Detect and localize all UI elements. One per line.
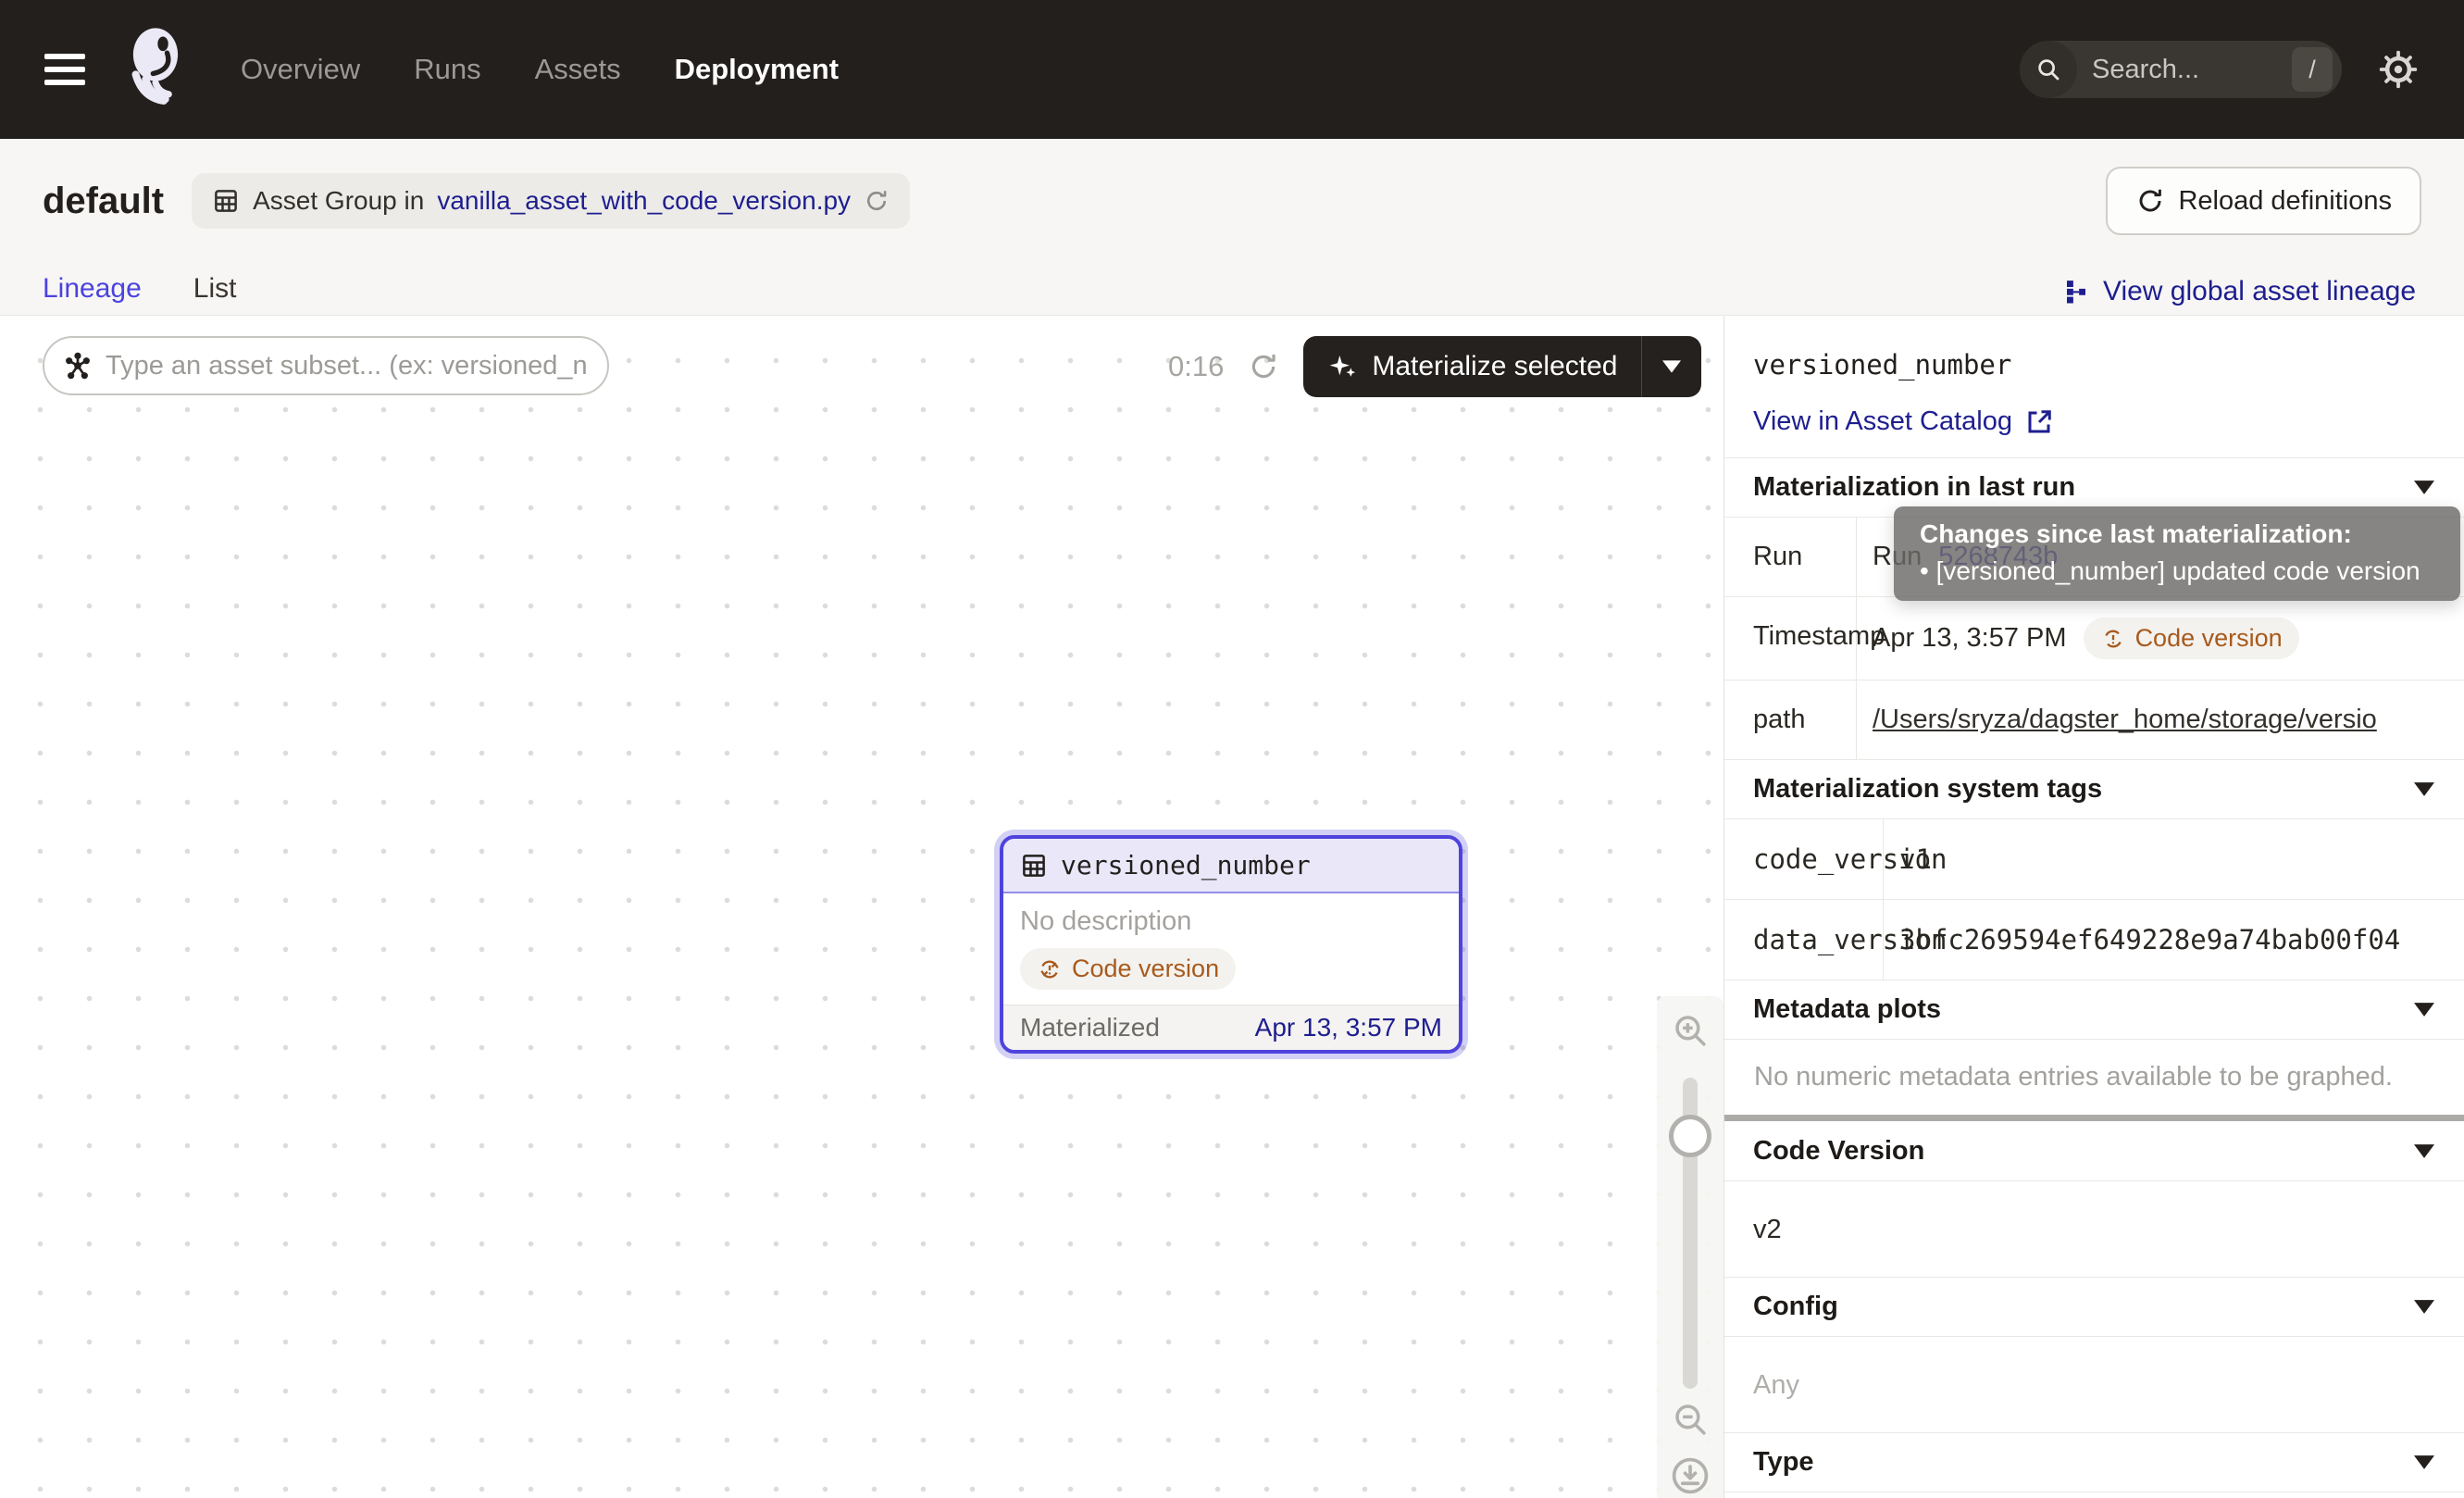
code-version-changed-icon — [1037, 956, 1063, 982]
reload-definitions-label: Reload definitions — [2178, 186, 2392, 217]
menu-icon[interactable] — [44, 54, 85, 85]
path-row: path /Users/sryza/dagster_home/storage/v… — [1724, 680, 2464, 759]
asset-node-title: versioned_number — [1061, 850, 1311, 880]
code-version-changed-label: Code version — [1072, 955, 1219, 983]
section-type[interactable]: Type — [1724, 1432, 2464, 1492]
lineage-canvas[interactable]: 0:16 Materialize selected — [0, 316, 1724, 1498]
view-global-asset-lineage-link[interactable]: View global asset lineage — [2062, 276, 2416, 307]
refresh-timer: 0:16 — [1168, 350, 1224, 383]
table-icon — [1020, 852, 1048, 880]
asset-subset-filter[interactable] — [43, 336, 609, 395]
code-version-tag-row: code_version v1 — [1724, 818, 2464, 899]
timestamp-value: Apr 13, 3:57 PM — [1873, 623, 2067, 654]
zoom-in-icon[interactable] — [1671, 1011, 1710, 1050]
data-version-tag-key: data_version — [1724, 900, 1884, 980]
asset-node-description: No description — [1020, 906, 1442, 937]
materialize-selected-button[interactable]: Materialize selected — [1303, 336, 1641, 397]
chevron-down-icon — [2414, 481, 2434, 494]
asset-group-pill: Asset Group in vanilla_asset_with_code_v… — [192, 173, 910, 229]
reload-definitions-button[interactable]: Reload definitions — [2106, 167, 2421, 235]
page-title: default — [43, 181, 164, 222]
timestamp-row: Timestamp Apr 13, 3:57 PM Code version — [1724, 596, 2464, 680]
run-row-label: Run — [1724, 518, 1857, 596]
section-metadata-plots[interactable]: Metadata plots — [1724, 980, 2464, 1039]
chevron-down-icon — [2414, 782, 2434, 796]
nav-item-overview[interactable]: Overview — [241, 53, 360, 86]
asset-node-status-time[interactable]: Apr 13, 3:57 PM — [1255, 1013, 1442, 1042]
section-resize-divider[interactable] — [1724, 1115, 2464, 1121]
page-header: default Asset Group in vanilla_asset_wit… — [0, 139, 2464, 315]
data-version-tag-value: 3bfc269594ef649228e9a74bab00f04 — [1884, 900, 2464, 980]
path-value-link[interactable]: /Users/sryza/dagster_home/storage/versio — [1873, 705, 2377, 735]
section-materialization-system-tags[interactable]: Materialization system tags — [1724, 759, 2464, 818]
download-image-icon[interactable] — [1670, 1455, 1711, 1496]
code-version-badge-label: Code version — [2135, 624, 2283, 653]
code-location-link[interactable]: vanilla_asset_with_code_version.py — [437, 186, 851, 216]
nav-item-assets[interactable]: Assets — [535, 53, 621, 86]
asset-subset-input[interactable] — [106, 351, 589, 381]
code-version-tag-key: code_version — [1724, 819, 1884, 899]
metadata-plots-empty-message: No numeric metadata entries available to… — [1724, 1039, 2464, 1115]
section-config[interactable]: Config — [1724, 1277, 2464, 1336]
timestamp-row-label: Timestamp — [1724, 597, 1857, 680]
zoom-controls — [1657, 996, 1724, 1498]
materialize-button-group: Materialize selected — [1303, 336, 1701, 397]
changes-tooltip-item: • [versioned_number] updated code versio… — [1920, 556, 2460, 586]
search-icon — [2020, 41, 2077, 98]
primary-nav: Overview Runs Assets Deployment — [241, 53, 839, 86]
dagster-asset-group-page: Overview Runs Assets Deployment / — [0, 0, 2464, 1498]
changes-tooltip: Changes since last materialization: • [v… — [1894, 506, 2460, 601]
refresh-location-icon[interactable] — [864, 188, 890, 214]
dagster-logo-icon[interactable] — [115, 23, 196, 116]
sparkle-icon — [1327, 352, 1357, 381]
chevron-down-icon — [2414, 1300, 2434, 1314]
reload-icon — [2135, 186, 2165, 216]
asset-node-status: Materialized — [1020, 1013, 1160, 1042]
materialize-dropdown-button[interactable] — [1641, 336, 1701, 397]
asset-group-prefix: Asset Group in — [253, 186, 424, 216]
chevron-down-icon — [2414, 1455, 2434, 1469]
asset-node-versioned-number[interactable]: versioned_number No description Code ver… — [1000, 835, 1462, 1054]
code-version-badge[interactable]: Code version — [2084, 618, 2299, 659]
nav-item-runs[interactable]: Runs — [414, 53, 480, 86]
search-input[interactable] — [2077, 55, 2292, 85]
data-version-tag-row: data_version 3bfc269594ef649228e9a74bab0… — [1724, 899, 2464, 980]
code-version-badge-icon — [2100, 626, 2126, 652]
changes-tooltip-title: Changes since last materialization: — [1920, 519, 2460, 549]
view-in-asset-catalog-link[interactable]: View in Asset Catalog — [1753, 406, 2434, 437]
chevron-down-icon — [2414, 1144, 2434, 1158]
code-version-value: v2 — [1724, 1180, 2464, 1277]
zoom-out-icon[interactable] — [1671, 1400, 1710, 1439]
view-global-asset-lineage-label: View global asset lineage — [2103, 276, 2416, 307]
settings-gear-icon[interactable] — [2377, 48, 2420, 91]
asset-details-sidebar: versioned_number View in Asset Catalog M… — [1724, 316, 2464, 1498]
config-value: Any — [1724, 1336, 2464, 1432]
global-search[interactable]: / — [2020, 41, 2342, 98]
refresh-graph-icon[interactable] — [1248, 351, 1279, 382]
code-version-tag-value: v1 — [1884, 819, 2464, 899]
sidebar-asset-title: versioned_number — [1753, 349, 2434, 381]
external-link-icon — [2025, 408, 2053, 436]
search-shortcut-badge: / — [2292, 47, 2333, 92]
zoom-slider-handle[interactable] — [1669, 1115, 1711, 1157]
materialize-selected-label: Materialize selected — [1372, 351, 1617, 382]
section-code-version[interactable]: Code Version — [1724, 1121, 2464, 1180]
asset-graph-icon — [63, 351, 93, 381]
asset-group-icon — [212, 187, 240, 215]
sidebar-tail — [1724, 1492, 2464, 1498]
path-row-label: path — [1724, 680, 1857, 759]
lineage-graph-icon — [2062, 278, 2090, 306]
top-nav: Overview Runs Assets Deployment / — [0, 0, 2464, 139]
code-version-changed-badge: Code version — [1020, 948, 1236, 990]
chevron-down-icon — [2414, 1003, 2434, 1017]
view-in-asset-catalog-label: View in Asset Catalog — [1753, 406, 2012, 437]
nav-item-deployment[interactable]: Deployment — [675, 53, 839, 86]
